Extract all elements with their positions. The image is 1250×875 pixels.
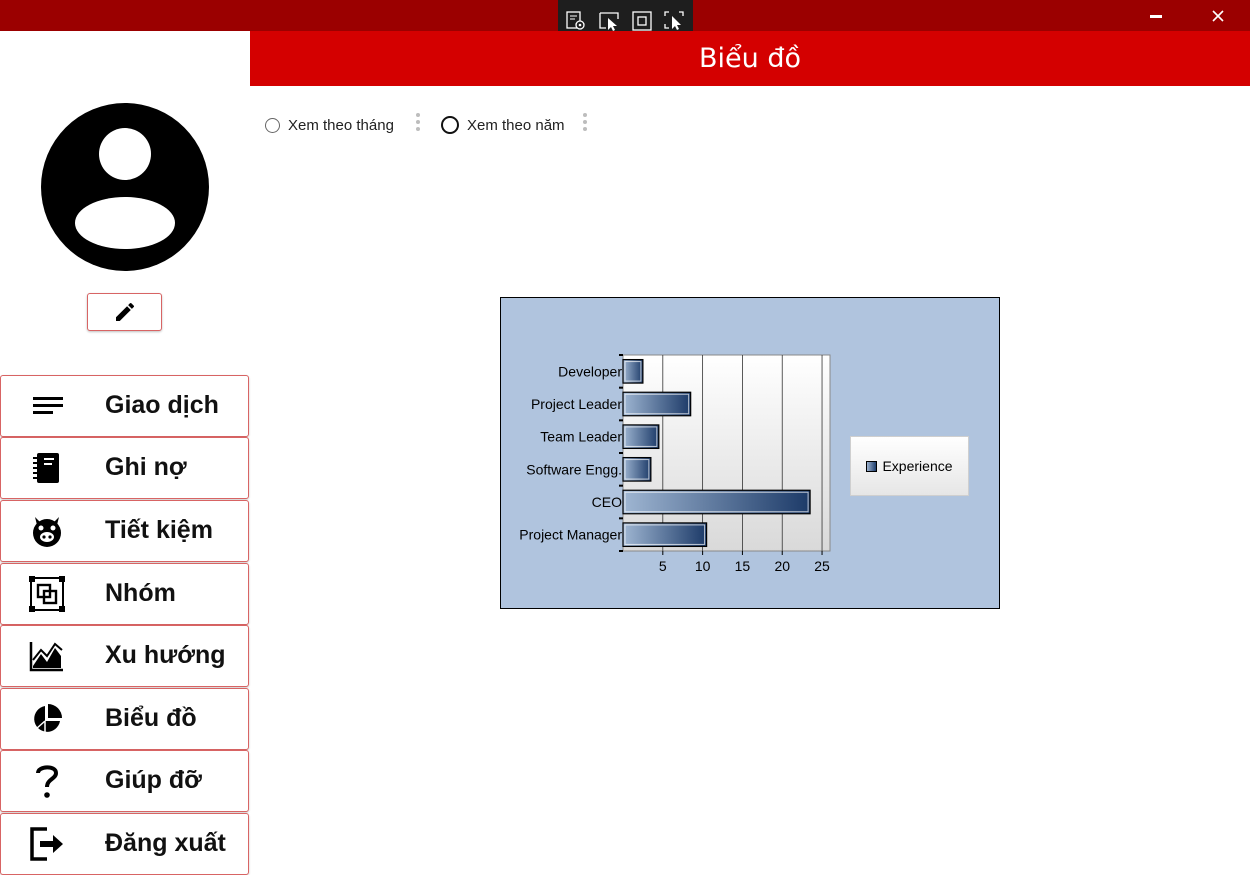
x-tick-label: 20 bbox=[774, 558, 790, 574]
x-tick-label: 10 bbox=[695, 558, 711, 574]
live-visual-tree-button[interactable] bbox=[564, 10, 588, 32]
radio-label: Xem theo tháng bbox=[288, 116, 394, 134]
bar bbox=[622, 391, 692, 417]
radio-circle[interactable] bbox=[265, 117, 280, 133]
bar bbox=[622, 489, 811, 515]
nav-item-giao-dich[interactable]: Giao dịch bbox=[0, 375, 249, 437]
trend-icon bbox=[29, 640, 65, 672]
x-tick-label: 5 bbox=[659, 558, 667, 574]
display-layout-adorners-button[interactable] bbox=[630, 10, 654, 32]
bar bbox=[622, 522, 708, 548]
display-layout-adorners-icon bbox=[632, 11, 652, 31]
piggy-icon bbox=[29, 515, 65, 547]
category-label: Software Engg. bbox=[526, 461, 622, 477]
category-label: CEO bbox=[592, 494, 622, 510]
category-label: Project Leader bbox=[531, 396, 622, 412]
list-icon bbox=[29, 390, 65, 422]
bar bbox=[622, 456, 652, 482]
minimize-icon bbox=[1150, 14, 1162, 18]
nav-item-xu-huong[interactable]: Xu hướng bbox=[0, 625, 249, 687]
page-header: Biểu đồ bbox=[250, 31, 1250, 86]
nav-item-nhom[interactable]: Nhóm bbox=[0, 563, 249, 625]
close-button[interactable] bbox=[1188, 0, 1248, 31]
chart-legend: Experience bbox=[850, 436, 969, 496]
nav-label: Ghi nợ bbox=[105, 453, 187, 481]
group-icon bbox=[29, 576, 65, 612]
radio-view-by-year[interactable]: Xem theo năm bbox=[441, 115, 565, 135]
pencil-icon bbox=[115, 302, 134, 321]
minimize-button[interactable] bbox=[1126, 0, 1186, 31]
nav-label: Biểu đồ bbox=[105, 704, 197, 732]
bar bbox=[622, 358, 644, 384]
category-label: Developer bbox=[558, 363, 622, 379]
user-avatar-icon bbox=[41, 103, 209, 271]
live-visual-tree-icon bbox=[566, 11, 585, 30]
radio-circle[interactable] bbox=[441, 116, 459, 134]
edit-profile-button[interactable] bbox=[87, 293, 162, 331]
track-focus-icon bbox=[664, 11, 684, 30]
x-tick-label: 15 bbox=[735, 558, 751, 574]
nav-label: Xu hướng bbox=[105, 641, 226, 669]
nav-label: Nhóm bbox=[105, 579, 176, 607]
pie-chart-icon bbox=[29, 703, 65, 735]
track-focus-button[interactable] bbox=[663, 10, 687, 32]
category-label: Team Leader bbox=[540, 429, 622, 445]
nav-item-bieu-do[interactable]: Biểu đồ bbox=[0, 688, 249, 750]
legend-label: Experience bbox=[882, 458, 953, 474]
x-tick-label: 25 bbox=[814, 558, 830, 574]
nav-label: Tiết kiệm bbox=[105, 516, 213, 544]
bar bbox=[622, 424, 660, 450]
logout-icon bbox=[29, 827, 65, 861]
plot-area bbox=[622, 354, 831, 552]
select-element-icon bbox=[599, 12, 619, 31]
notebook-icon bbox=[29, 452, 65, 484]
nav-label: Giúp đỡ bbox=[105, 766, 202, 794]
question-icon bbox=[29, 765, 65, 798]
radio-label: Xem theo năm bbox=[467, 116, 565, 134]
nav-label: Đăng xuất bbox=[105, 829, 226, 857]
select-element-button[interactable] bbox=[598, 10, 622, 32]
close-icon bbox=[1212, 9, 1224, 22]
radio-view-by-month[interactable]: Xem theo tháng bbox=[265, 115, 394, 135]
nav-item-giup-do[interactable]: Giúp đỡ bbox=[0, 750, 249, 812]
nav-label: Giao dịch bbox=[105, 391, 219, 419]
kebab-menu-icon[interactable] bbox=[415, 113, 421, 135]
legend-swatch bbox=[866, 460, 878, 472]
kebab-menu-icon[interactable] bbox=[582, 113, 588, 135]
nav-item-tiet-kiem[interactable]: Tiết kiệm bbox=[0, 500, 249, 562]
page-title: Biểu đồ bbox=[699, 43, 801, 74]
nav-item-ghi-no[interactable]: Ghi nợ bbox=[0, 437, 249, 499]
nav-item-dang-xuat[interactable]: Đăng xuất bbox=[0, 813, 249, 875]
chart-container: 5 10 15 20 25 Developer Project Leader Team Lea… bbox=[500, 297, 1000, 609]
category-label: Project Manager bbox=[519, 527, 622, 543]
